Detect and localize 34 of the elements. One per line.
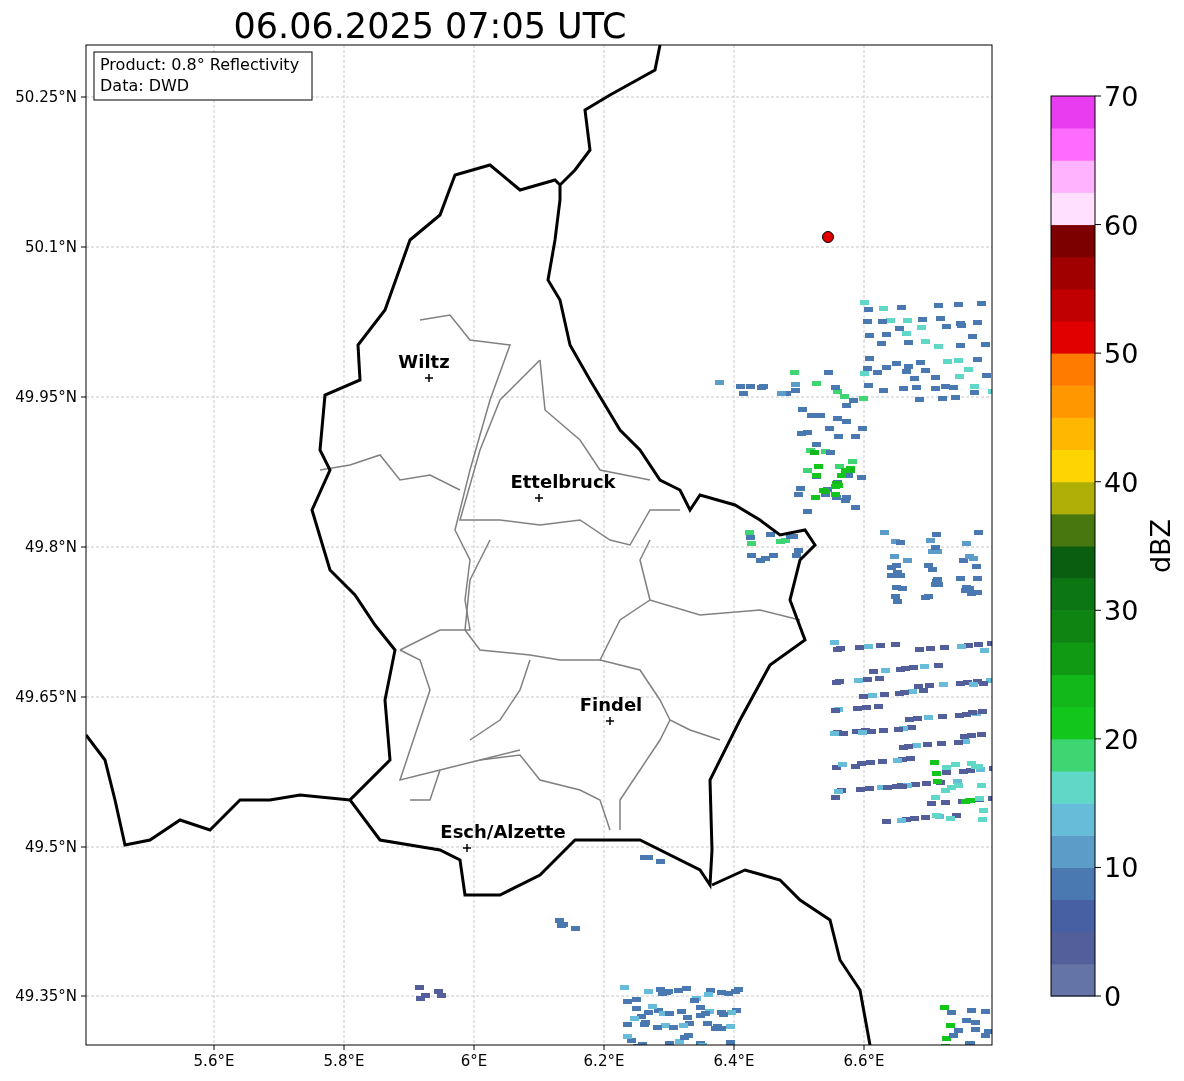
city-marker-icon	[462, 843, 472, 853]
city-marker-icon	[424, 373, 434, 383]
colorbar-tick-label: 40	[1104, 466, 1139, 498]
colorbar-label: dBZ	[1145, 518, 1176, 574]
longitude-label: 6°E	[460, 1052, 488, 1070]
latitude-label: 49.95°N	[15, 388, 77, 406]
latitude-label: 49.8°N	[24, 538, 77, 556]
city-label: Ettelbruck	[510, 471, 616, 492]
longitude-label: 6.2°E	[583, 1052, 625, 1070]
colorbar-tick-label: 30	[1104, 595, 1139, 627]
colorbar-tick-label: 60	[1104, 209, 1139, 241]
latitude-label: 49.35°N	[15, 987, 77, 1005]
info-text: Data: DWD	[100, 76, 190, 95]
colorbar-tick-label: 50	[1104, 338, 1139, 370]
city-marker-icon	[534, 493, 544, 503]
colorbar-tick-label: 20	[1104, 723, 1139, 755]
latitude-label: 49.65°N	[15, 688, 77, 706]
city-label: Findel	[579, 694, 643, 715]
city-marker-icon	[605, 716, 615, 726]
colorbar-tick-label: 0	[1104, 981, 1122, 1012]
latitude-label: 50.1°N	[24, 238, 77, 256]
longitude-label: 6.6°E	[843, 1052, 885, 1070]
longitude-label: 5.8°E	[323, 1052, 365, 1070]
latitude-label: 49.5°N	[24, 838, 77, 856]
longitude-label: 6.4°E	[713, 1052, 755, 1070]
radar-site-marker	[822, 231, 834, 243]
latitude-label: 50.25°N	[15, 88, 77, 106]
city-label: Esch/Alzette	[440, 821, 566, 842]
info-text: Product: 0.8° Reflectivity	[100, 55, 300, 74]
city-label: Wiltz	[398, 351, 450, 372]
chart-title: 06.06.2025 07:05 UTC	[233, 6, 627, 46]
longitude-label: 5.6°E	[193, 1052, 235, 1070]
colorbar-tick-label: 70	[1104, 81, 1139, 112]
colorbar-tick-label: 10	[1104, 852, 1139, 884]
